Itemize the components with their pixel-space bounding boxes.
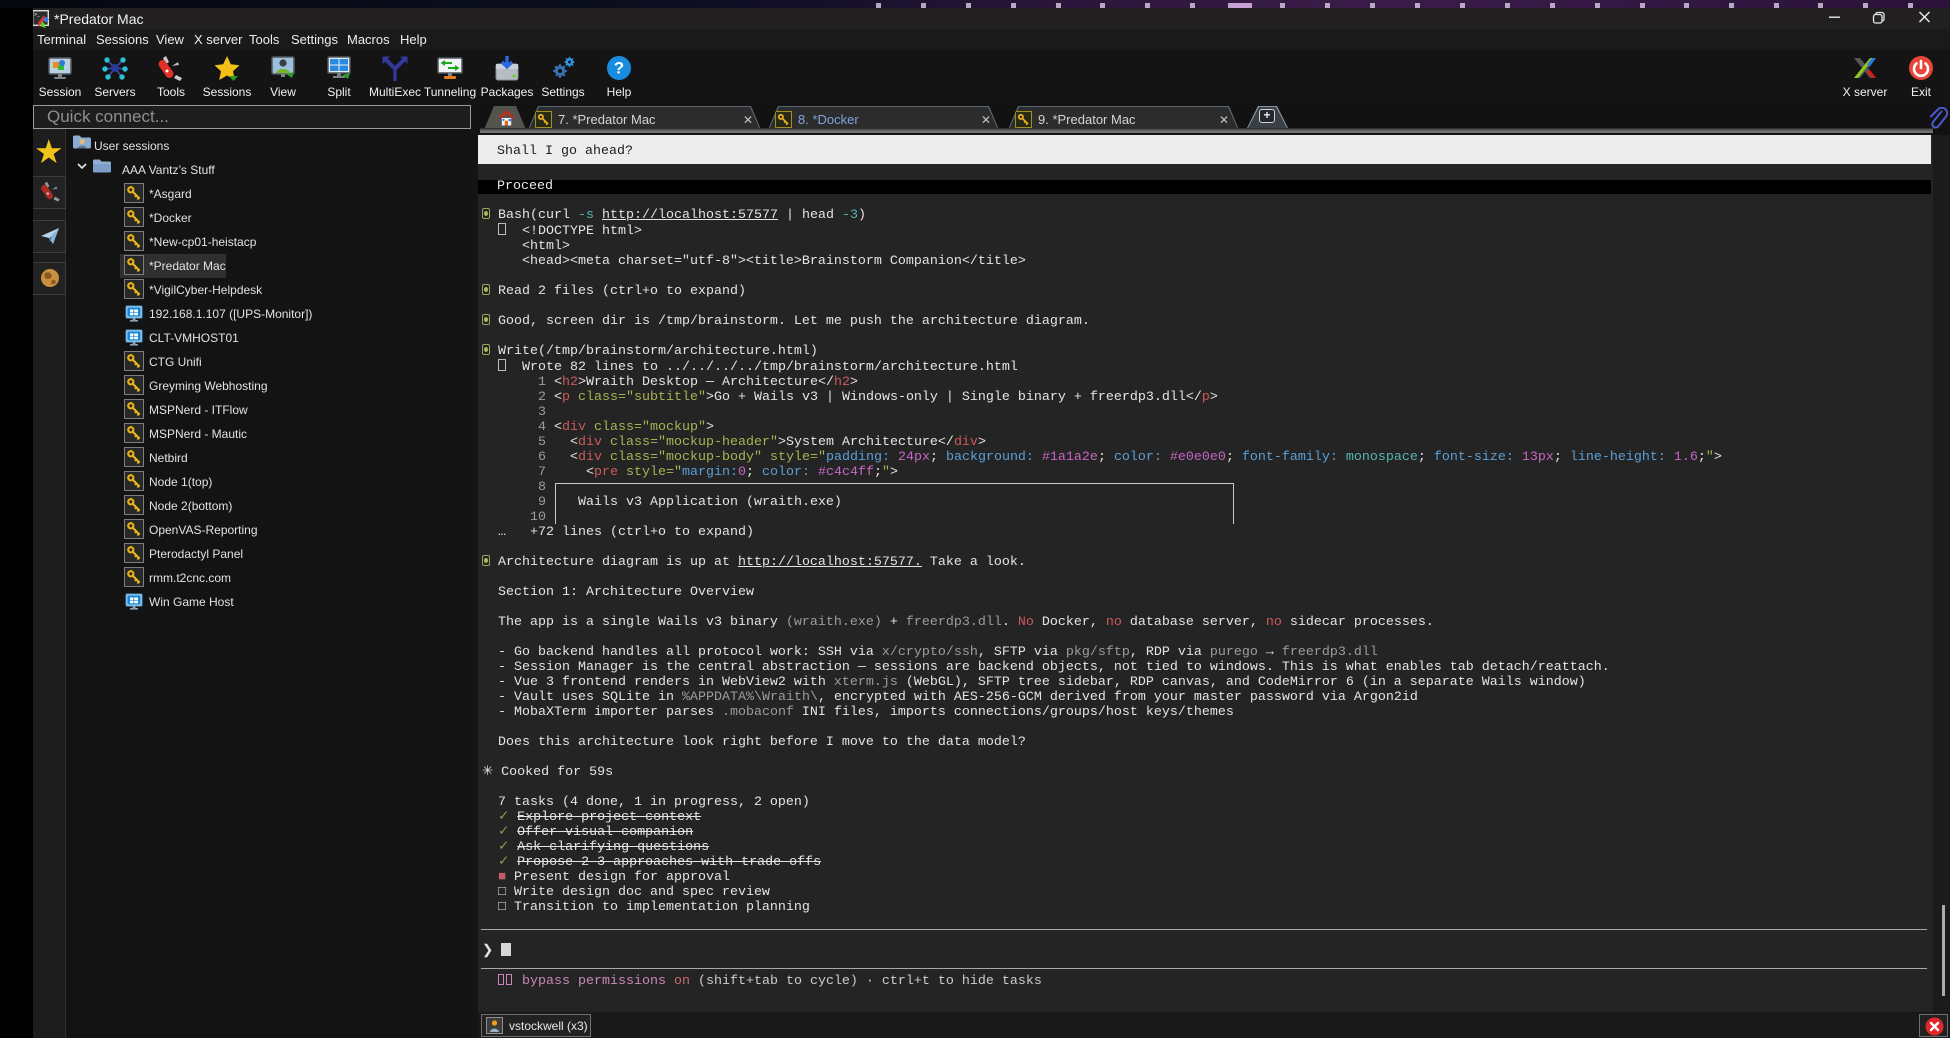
svg-text:>_: >_ [34, 12, 41, 18]
svg-text:?: ? [614, 59, 624, 78]
